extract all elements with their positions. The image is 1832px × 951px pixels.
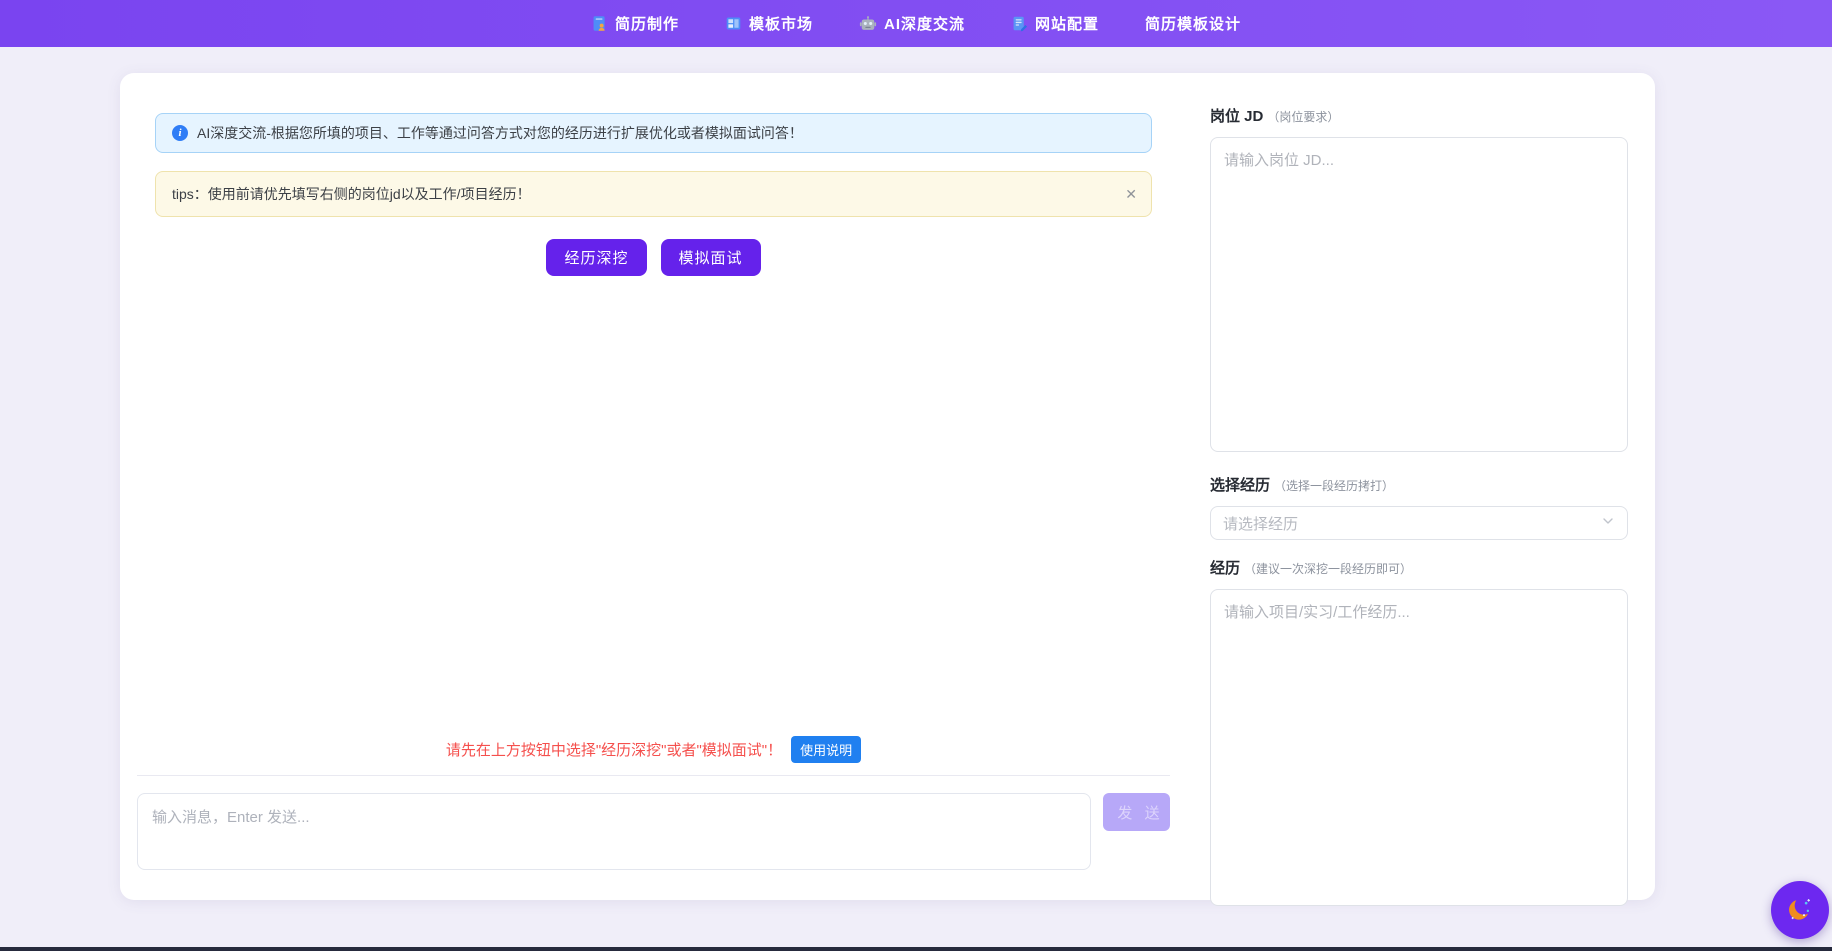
mock-interview-button[interactable]: 模拟面试: [661, 239, 761, 276]
nav-item-label: AI深度交流: [884, 13, 965, 34]
chat-divider: [137, 775, 1170, 776]
tips-alert: tips：使用前请优先填写右侧的岗位jd以及工作/项目经历！ ✕: [155, 171, 1152, 217]
select-exp-sublabel: （选择一段经历拷打）: [1274, 477, 1394, 494]
bottom-footer-edge: [0, 947, 1832, 951]
jd-input[interactable]: [1210, 137, 1628, 452]
nav-item-resume-builder[interactable]: 简历制作: [591, 13, 679, 34]
nav-item-label: 模板市场: [749, 13, 813, 34]
nav-item-template-design[interactable]: 简历模板设计: [1145, 13, 1241, 34]
jd-sublabel: （岗位要求）: [1267, 108, 1339, 125]
resume-icon: [591, 15, 608, 32]
exp-label: 经历: [1210, 557, 1240, 578]
info-icon: i: [172, 125, 188, 141]
top-navigation: 简历制作 模板市场 AI深度交流 网站配置 简历模板设计: [0, 0, 1832, 47]
job-panel: 岗位 JD （岗位要求） 选择经历 （选择一段经历拷打） 请选择经历 经历 （建…: [1210, 105, 1628, 911]
mode-hint-text: 请先在上方按钮中选择"经历深挖"或者"模拟面试"！: [446, 739, 782, 760]
jd-label: 岗位 JD: [1210, 105, 1263, 126]
chat-area: i AI深度交流-根据您所填的项目、工作等通过问答方式对您的经历进行扩展优化或者…: [137, 113, 1170, 870]
site-config-icon: [1011, 15, 1028, 32]
moon-icon: [1784, 893, 1816, 928]
main-card: i AI深度交流-根据您所填的项目、工作等通过问答方式对您的经历进行扩展优化或者…: [120, 73, 1655, 900]
message-input-row: 发 送: [137, 793, 1170, 870]
select-exp-label: 选择经历: [1210, 474, 1270, 495]
exp-sublabel: （建议一次深挖一段经历即可）: [1244, 560, 1412, 577]
info-alert: i AI深度交流-根据您所填的项目、工作等通过问答方式对您的经历进行扩展优化或者…: [155, 113, 1152, 153]
tips-alert-text: tips：使用前请优先填写右侧的岗位jd以及工作/项目经历！: [172, 184, 531, 204]
robot-icon: [859, 15, 877, 33]
nav-item-ai-chat[interactable]: AI深度交流: [859, 13, 965, 34]
usage-guide-button[interactable]: 使用说明: [791, 736, 861, 763]
nav-item-template-market[interactable]: 模板市场: [725, 13, 813, 34]
experience-select-placeholder: 请选择经历: [1223, 513, 1298, 534]
nav-item-label: 网站配置: [1035, 13, 1099, 34]
template-market-icon: [725, 15, 742, 32]
experience-select[interactable]: 请选择经历: [1210, 506, 1628, 540]
deep-dig-button[interactable]: 经历深挖: [546, 239, 646, 276]
select-exp-label-row: 选择经历 （选择一段经历拷打）: [1210, 474, 1628, 495]
experience-input[interactable]: [1210, 589, 1628, 906]
chat-empty-space: [137, 276, 1170, 736]
hint-row: 请先在上方按钮中选择"经历深挖"或者"模拟面试"！ 使用说明: [137, 736, 1170, 763]
exp-label-row: 经历 （建议一次深挖一段经历即可）: [1210, 557, 1628, 578]
message-input[interactable]: [137, 793, 1091, 870]
chevron-down-icon: [1601, 514, 1615, 533]
close-icon[interactable]: ✕: [1125, 187, 1137, 201]
mode-buttons: 经历深挖 模拟面试: [137, 239, 1170, 276]
info-alert-text: AI深度交流-根据您所填的项目、工作等通过问答方式对您的经历进行扩展优化或者模拟…: [197, 123, 803, 143]
nav-item-label: 简历制作: [615, 13, 679, 34]
nav-item-label: 简历模板设计: [1145, 13, 1241, 34]
nav-item-site-config[interactable]: 网站配置: [1011, 13, 1099, 34]
send-button[interactable]: 发 送: [1103, 793, 1170, 831]
dark-mode-toggle[interactable]: [1771, 881, 1829, 939]
jd-label-row: 岗位 JD （岗位要求）: [1210, 105, 1628, 126]
